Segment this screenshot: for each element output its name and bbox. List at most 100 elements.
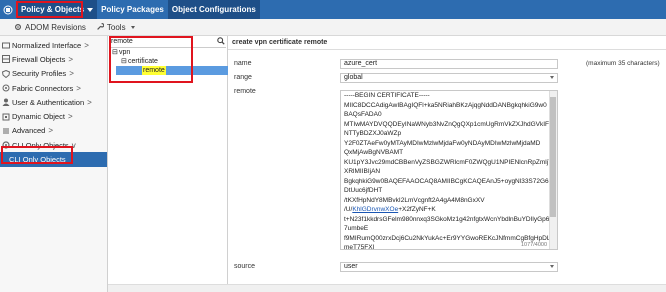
source-select[interactable]: user [340,262,558,272]
chevron-right-icon: > [84,40,89,50]
certificate-line: /U/KhlGDrvnwXOe+X2fZyNF+K [344,205,548,215]
tab-object-configurations[interactable]: Object Configurations [167,0,260,19]
sidebar-item-label: CLI Only Objects [12,140,69,150]
sidebar-item-advanced[interactable]: Advanced > [0,124,107,138]
range-label: range [234,74,252,81]
chevron-down-icon [130,25,135,29]
certificate-line: /tKXfHpNdY8MBvkI2LmVcgnft2A4gA4M8nGxXV [344,196,485,204]
tree-node-label: certificate [128,57,158,65]
dynamic-object-icon [2,113,10,121]
sidebar: Normalized Interface > Firewall Objects … [0,36,108,292]
certificate-line: Y2F0ZTAeFw0yMTAyMDIwMzlwMjdaFw0yNDAyMDIw… [344,139,541,147]
search-icon[interactable] [217,37,225,47]
gear-icon [15,24,21,30]
sidebar-item-user-authentication[interactable]: User & Authentication > [0,95,107,109]
certificate-line: meT75FXI [344,244,375,250]
sidebar-item-dynamic-object[interactable]: Dynamic Object > [0,109,107,123]
certificate-line: BgkqhkiG9w0BAQEFAAOCAQ8AMIIBCgKCAQEAnJ5+… [344,177,549,185]
certificate-line: KU1pY3Jvc29mdCBBenVyZSBGZWRlcmF0ZWQgU1NP… [344,158,553,166]
menu-icon [2,127,10,135]
certificate-line: -----BEGIN CERTIFICATE----- [344,92,430,99]
sidebar-item-label: Dynamic Object [12,112,65,122]
sidebar-item-label: Advanced [12,126,46,136]
sidebar-item-label: Normalized Interface [12,40,82,50]
certificate-line: MIIC8DCCAdigAwIBAgIQFl+ka5NRiahBKzAjqgNd… [344,101,547,109]
sidebar-item-fabric-connectors[interactable]: Fabric Connectors > [0,81,107,95]
wrench-icon [97,23,104,30]
name-hint: (maximum 35 characters) [586,60,660,67]
tools-menu-button[interactable]: Tools [96,23,135,32]
certificate-line: QxMjAwBgNVBAMT [344,149,404,156]
firewall-icon [2,55,10,64]
scrollbar-thumb[interactable] [550,97,556,217]
adom-revisions-label: ADOM Revisions [25,22,86,32]
sidebar-item-cli-only-objects[interactable]: CLI Only Objects [0,152,107,168]
certificate-line: BAQsFADA0 [344,111,382,118]
collapse-icon[interactable]: ⊟ [112,48,118,56]
certificate-link-text: KhlGDrvnwXOe [352,206,399,213]
chevron-down-icon [550,265,554,268]
adom-revisions-button[interactable]: ADOM Revisions [14,23,86,32]
chevron-right-icon: > [69,69,74,79]
remote-label: remote [234,88,256,95]
main-content: create vpn certificate remote name azure… [228,36,666,292]
certificate-line: f9MIRumQ00zrxDcj6Cu2NkYukAc+Er9YYGwoREKc… [344,234,551,242]
chevron-right-icon: > [48,126,54,136]
sidebar-item-label: Security Profiles [12,69,67,79]
gear-icon [2,141,10,149]
horizontal-scrollbar[interactable] [108,284,666,292]
sidebar-item-label: User & Authentication [12,97,85,107]
tree-selection-highlight [116,66,228,75]
home-grid-icon[interactable] [0,0,16,19]
certificate-line: XRlMIIBIjAN [344,168,381,175]
chevron-down-icon [87,7,94,12]
sidebar-item-cli-only-objects-group[interactable]: CLI Only Objects v [0,138,107,152]
sidebar-item-label: Firewall Objects [12,54,66,64]
sidebar-item-normalized-interface[interactable]: Normalized Interface > [0,38,107,52]
sidebar-item-firewall-objects[interactable]: Firewall Objects > [0,52,107,66]
tree-node-label: vpn [119,48,131,56]
certificate-line: MTIwMAYDVQQDEyINaWNyb3NvZnQgQXp1cmUgRmVk… [344,120,550,128]
connector-icon [2,84,10,92]
page-title: create vpn certificate remote [228,36,666,50]
policy-packages-label: Policy Packages [101,5,164,14]
interface-icon [2,41,10,49]
chevron-down-icon [550,76,554,79]
range-select[interactable]: global [340,73,558,83]
tree-node-vpn[interactable]: ⊟ vpn [112,48,131,57]
tree-node-remote[interactable]: remote [142,66,166,75]
certificate-line: DtUuc6jfDHT [344,187,383,194]
search-value: remote [111,38,133,45]
object-configurations-label: Object Configurations [171,5,256,14]
certificate-line: t+N23f1kkdrsGFelm980nnxq3SGkoMz1g42nfgtx… [344,215,550,223]
chevron-right-icon: > [68,54,74,64]
collapse-icon[interactable]: ⊟ [121,57,127,65]
tree-search-input[interactable]: remote [110,37,226,48]
certificate-line: NTTyBDZXJ0aWZp [344,130,402,137]
shield-icon [2,69,10,78]
chevron-right-icon: > [67,112,73,122]
toolbar: ADOM Revisions Tools [0,19,666,36]
range-selected-value: global [344,74,363,81]
certificate-text: -----BEGIN CERTIFICATE----- MIIC8DCCAdigA… [344,91,553,250]
chevron-right-icon: > [87,97,92,107]
certificate-line-segment: +X2fZyNF+K [398,206,436,213]
policy-objects-menu[interactable]: Policy & Objects [17,0,98,19]
remote-certificate-textarea[interactable]: -----BEGIN CERTIFICATE----- MIIC8DCCAdigA… [340,90,558,250]
name-field[interactable]: azure_cert [340,59,558,69]
source-selected-value: user [344,263,358,270]
user-icon [2,98,10,107]
policy-objects-label: Policy & Objects [21,5,85,14]
sidebar-item-security-profiles[interactable]: Security Profiles > [0,67,107,81]
vertical-scrollbar[interactable] [549,91,557,249]
top-nav-bar: Policy & Objects Policy Packages Object … [0,0,666,19]
tree-node-certificate[interactable]: ⊟ certificate [121,57,158,66]
certificate-line: 7umbeE [344,225,369,232]
source-label: source [234,263,256,270]
name-label: name [234,60,252,67]
tab-policy-packages[interactable]: Policy Packages [97,0,168,19]
sidebar-item-label: Fabric Connectors [12,83,74,93]
sidebar-item-label: CLI Only Objects [9,155,66,165]
char-counter: 1077/4000 [521,242,547,248]
chevron-right-icon: > [76,83,81,93]
